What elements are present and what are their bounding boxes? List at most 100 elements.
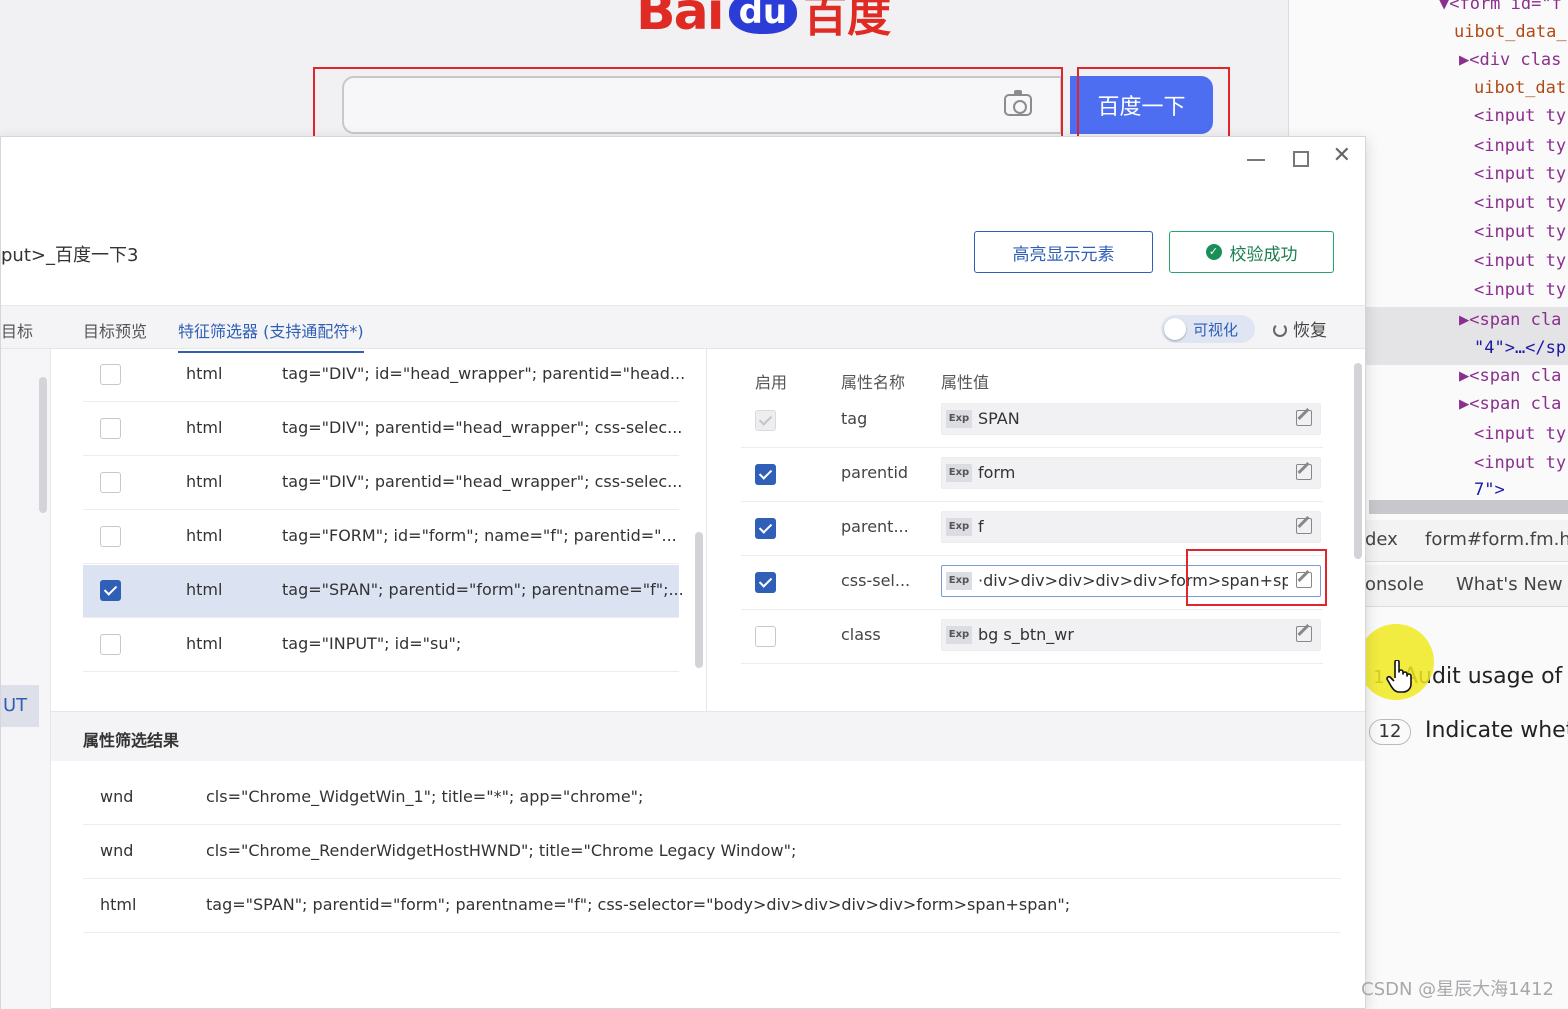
breadcrumb-index[interactable]: dex <box>1365 529 1398 550</box>
property-value-field[interactable]: Exp form <box>941 457 1321 489</box>
row-description: tag="DIV"; parentid="head_wrapper"; css-… <box>282 472 683 491</box>
close-icon[interactable]: ✕ <box>1333 143 1351 168</box>
left-panel-item-ut[interactable]: UT <box>1 685 39 727</box>
row-checkbox[interactable] <box>100 364 121 385</box>
target-path: put>_百度一下3 <box>1 245 139 266</box>
left-scrollbar[interactable] <box>39 377 47 513</box>
row-type: html <box>186 418 223 437</box>
logo-chinese: 百度 <box>803 0 892 42</box>
tab-target[interactable]: 目标 <box>1 318 33 342</box>
highlight-element-button[interactable]: 高亮显示元素 <box>974 231 1153 273</box>
dom-tree-line[interactable]: uibot_data_ <box>1454 22 1567 42</box>
dom-tree-line[interactable]: <input ty <box>1474 280 1566 300</box>
restore-button[interactable]: 恢复 <box>1273 316 1327 341</box>
minimize-icon[interactable] <box>1247 159 1265 161</box>
edit-icon[interactable] <box>1296 518 1312 534</box>
dom-tree-line[interactable]: ▶<span cla <box>1459 366 1561 386</box>
edit-icon[interactable] <box>1296 410 1312 426</box>
result-description: cls="Chrome_RenderWidgetHostHWND"; title… <box>206 841 797 860</box>
dom-tree-line[interactable]: <input ty <box>1474 251 1566 271</box>
row-checkbox[interactable] <box>100 526 121 547</box>
row-type: html <box>186 472 223 491</box>
breadcrumb-form[interactable]: form#form.fm.ha <box>1425 529 1568 550</box>
expression-badge[interactable]: Exp <box>946 572 972 590</box>
verify-label: 校验成功 <box>1229 244 1298 264</box>
highlight-box-input <box>313 67 1063 143</box>
dom-tree-line[interactable]: <input ty <box>1474 106 1566 126</box>
result-title: 属性筛选结果 <box>83 731 180 750</box>
element-list-row[interactable]: html tag="SPAN"; parentid="form"; parentn… <box>83 565 684 618</box>
dom-tree-line[interactable]: ▶<div clas <box>1459 50 1561 70</box>
col-prop-value: 属性值 <box>941 373 990 392</box>
tab-whats-new[interactable]: What's New <box>1456 574 1563 595</box>
visualize-label: 可视化 <box>1193 321 1239 339</box>
property-name: tag <box>841 409 868 428</box>
property-row: class Exp bg s_btn_wr <box>741 611 1323 664</box>
expression-badge[interactable]: Exp <box>946 518 972 536</box>
tab-feature-filter[interactable]: 特征筛选器 (支持通配符*) <box>178 318 364 353</box>
dom-tree-line[interactable]: 7"> <box>1474 480 1505 500</box>
dom-tree-line[interactable]: <input ty <box>1474 136 1566 156</box>
row-checkbox[interactable] <box>100 472 121 493</box>
expression-badge[interactable]: Exp <box>946 410 972 428</box>
property-value-field[interactable]: Exp f <box>941 511 1321 543</box>
refresh-icon <box>1273 323 1287 337</box>
property-value: SPAN <box>978 409 1020 428</box>
expression-badge[interactable]: Exp <box>946 464 972 482</box>
property-row: parentid Exp form <box>741 449 1323 502</box>
hand-cursor-icon <box>1386 660 1412 693</box>
row-description: tag="INPUT"; id="su"; <box>282 634 462 653</box>
verify-success-button[interactable]: ✓ 校验成功 <box>1169 231 1334 273</box>
restore-label: 恢复 <box>1293 321 1327 341</box>
tab-target-preview[interactable]: 目标预览 <box>83 318 147 342</box>
dom-tree-line[interactable]: <input ty <box>1474 453 1566 473</box>
element-list-row[interactable]: html tag="DIV"; parentid="head_wrapper"; … <box>83 457 683 510</box>
dom-tree-line[interactable]: <input ty <box>1474 193 1566 213</box>
panel-divider <box>706 349 707 711</box>
element-list-row[interactable]: html tag="FORM"; id="form"; name="f"; par… <box>83 511 679 564</box>
maximize-icon[interactable] <box>1293 151 1309 167</box>
row-checkbox[interactable] <box>100 580 121 601</box>
dom-tree-line[interactable]: <input ty <box>1474 164 1566 184</box>
property-value-field[interactable]: Exp bg s_btn_wr <box>941 619 1321 651</box>
row-type: html <box>186 364 223 383</box>
edit-icon[interactable] <box>1296 464 1312 480</box>
element-list-row[interactable]: html tag="INPUT"; id="su"; <box>83 619 679 672</box>
baidu-logo: Bai du 百度 <box>636 0 891 42</box>
dom-tree-line[interactable]: <input ty <box>1474 424 1566 444</box>
property-enabled-checkbox[interactable] <box>755 410 776 431</box>
dom-tree-line[interactable]: "4">…</sp <box>1474 338 1566 358</box>
dom-tree-line[interactable]: uibot_dat <box>1474 78 1566 98</box>
row-description: tag="SPAN"; parentid="form"; parentname=… <box>282 580 684 599</box>
edit-icon[interactable] <box>1296 626 1312 642</box>
property-value: bg s_btn_wr <box>978 625 1074 644</box>
row-type: html <box>186 580 223 599</box>
property-enabled-checkbox[interactable] <box>755 518 776 539</box>
dom-tree-line[interactable]: <input ty <box>1474 222 1566 242</box>
property-row: tag Exp SPAN <box>741 395 1323 448</box>
devtools-scrollbar[interactable] <box>1369 500 1568 514</box>
logo-paw: du <box>728 0 798 34</box>
property-name: class <box>841 625 881 644</box>
tab-console[interactable]: onsole <box>1365 574 1424 595</box>
row-checkbox[interactable] <box>100 418 121 439</box>
property-enabled-checkbox[interactable] <box>755 626 776 647</box>
dom-tree-line[interactable]: ▶<span cla <box>1459 310 1561 330</box>
element-picker-dialog: ✕ put>_百度一下3 高亮显示元素 ✓ 校验成功 目标 目标预览 特征筛选器… <box>0 136 1366 1009</box>
row-checkbox[interactable] <box>100 634 121 655</box>
property-enabled-checkbox[interactable] <box>755 572 776 593</box>
issue-item-indicate[interactable]: 12 Indicate wheth <box>1369 718 1568 745</box>
element-list-row[interactable]: html tag="DIV"; id="head_wrapper"; parent… <box>83 349 685 402</box>
row-type: html <box>186 634 223 653</box>
dom-tree-line[interactable]: ▶<span cla <box>1459 394 1561 414</box>
property-enabled-checkbox[interactable] <box>755 464 776 485</box>
dom-tree-line[interactable]: ▼<form id="f <box>1439 0 1562 14</box>
element-list-scrollbar[interactable] <box>695 532 703 668</box>
property-value-field[interactable]: Exp SPAN <box>941 403 1321 435</box>
property-scrollbar[interactable] <box>1354 363 1362 559</box>
result-row: wnd cls="Chrome_RenderWidgetHostHWND"; ti… <box>83 825 1341 879</box>
expression-badge[interactable]: Exp <box>946 626 972 644</box>
issue-text: Indicate wheth <box>1425 718 1568 743</box>
element-list-row[interactable]: html tag="DIV"; parentid="head_wrapper"; … <box>83 403 682 456</box>
visualize-toggle[interactable]: 可视化 <box>1161 315 1255 343</box>
